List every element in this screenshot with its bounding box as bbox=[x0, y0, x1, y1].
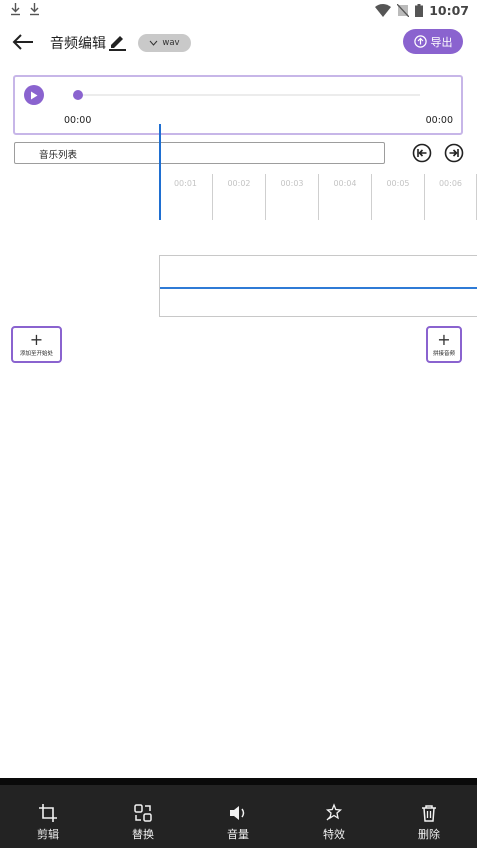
plus-icon: + bbox=[437, 329, 451, 349]
upload-icon bbox=[413, 35, 427, 48]
add-to-start-label: 添加至开始处 bbox=[19, 350, 53, 357]
current-time: 00:00 bbox=[64, 115, 92, 126]
jump-to-start-icon[interactable] bbox=[411, 142, 433, 164]
format-selector[interactable]: wav bbox=[138, 34, 191, 52]
timeline-tick: 00:04 bbox=[318, 174, 371, 220]
format-label: wav bbox=[162, 38, 180, 48]
playhead[interactable] bbox=[159, 124, 161, 220]
effects-tool-button[interactable]: 特效 bbox=[304, 803, 364, 842]
jump-to-end-icon[interactable] bbox=[443, 142, 465, 164]
replace-tool-label: 替换 bbox=[132, 828, 154, 841]
status-time: 10:07 bbox=[429, 3, 469, 18]
effects-tool-label: 特效 bbox=[323, 828, 345, 841]
delete-tool-button[interactable]: 删除 bbox=[399, 803, 459, 842]
volume-tool-label: 音量 bbox=[227, 828, 249, 841]
music-list-label: 音乐列表 bbox=[39, 150, 78, 161]
total-time: 00:00 bbox=[425, 115, 453, 126]
crop-tool-button[interactable]: 剪辑 bbox=[18, 803, 78, 842]
page-title: 音频编辑 bbox=[50, 36, 106, 52]
music-list-box[interactable]: 音乐列表 bbox=[14, 142, 385, 164]
timeline-ruler: 00:01 00:02 00:03 00:04 00:05 00:06 bbox=[159, 174, 477, 220]
timeline-tick: 00:06 bbox=[424, 174, 477, 220]
timeline-tick: 00:01 bbox=[173, 179, 198, 188]
timeline-tick: 00:05 bbox=[371, 174, 424, 220]
back-arrow-icon[interactable] bbox=[10, 30, 36, 54]
no-sim-icon bbox=[397, 4, 410, 17]
edit-title-icon[interactable] bbox=[107, 31, 127, 51]
chevron-down-icon bbox=[150, 40, 158, 46]
delete-tool-label: 删除 bbox=[418, 828, 440, 841]
play-icon bbox=[31, 91, 38, 99]
timeline-tick: 00:03 bbox=[265, 174, 318, 220]
waveform-line bbox=[160, 287, 477, 289]
volume-icon bbox=[230, 806, 245, 820]
status-bar: 10:07 bbox=[0, 0, 477, 22]
battery-icon bbox=[415, 4, 424, 17]
crop-icon bbox=[39, 804, 57, 822]
play-button[interactable] bbox=[24, 85, 44, 105]
seek-bar[interactable] bbox=[77, 94, 420, 96]
export-label: 导出 bbox=[430, 35, 453, 49]
volume-tool-button[interactable]: 音量 bbox=[208, 803, 268, 842]
plus-icon: + bbox=[29, 329, 44, 349]
crop-tool-label: 剪辑 bbox=[37, 828, 59, 841]
app-header: 音频编辑 wav 导出 bbox=[0, 26, 477, 58]
timeline-tick: 00:02 bbox=[212, 174, 265, 220]
audio-editor-screen: 10:07 音频编辑 wav 导出 00:00 00:00 音乐列表 00:01… bbox=[0, 0, 477, 848]
download-icon bbox=[30, 3, 39, 16]
export-button[interactable]: 导出 bbox=[403, 29, 463, 54]
audio-player: 00:00 00:00 bbox=[13, 75, 463, 135]
effects-icon bbox=[325, 803, 343, 821]
download-icon bbox=[11, 3, 20, 16]
append-audio-button[interactable]: + 拼接音频 bbox=[426, 326, 462, 363]
seek-thumb[interactable] bbox=[73, 90, 83, 100]
delete-icon bbox=[422, 805, 436, 822]
append-audio-label: 拼接音频 bbox=[432, 350, 455, 357]
audio-track[interactable] bbox=[159, 255, 477, 317]
bottom-toolbar: 剪辑 替换 音量 特效 删除 bbox=[0, 778, 477, 848]
replace-tool-button[interactable]: 替换 bbox=[113, 803, 173, 842]
replace-icon bbox=[134, 804, 152, 822]
wifi-icon bbox=[375, 4, 392, 17]
add-to-start-button[interactable]: + 添加至开始处 bbox=[11, 326, 62, 363]
